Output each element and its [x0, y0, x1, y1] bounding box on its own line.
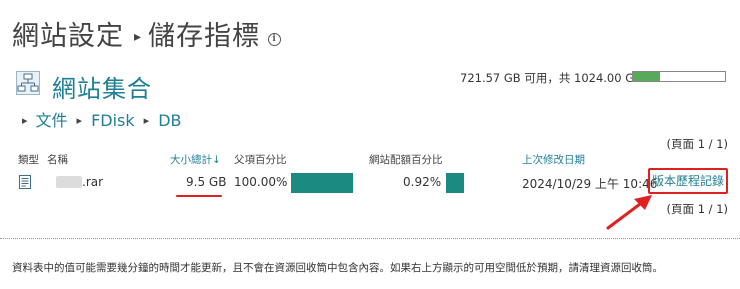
breadcrumb-arrow-icon: ▸ — [76, 114, 83, 127]
parent-percent: 100.00% — [234, 175, 288, 189]
storage-usage-bar-fill — [633, 72, 661, 81]
document-icon — [19, 174, 31, 189]
pagination-top: (頁面 1 / 1) — [666, 137, 728, 151]
annotation-arrow-icon — [606, 195, 652, 230]
page-title: 網站設定 ▸ 儲存指標 i — [12, 14, 282, 53]
breadcrumb-arrow-icon: ▸ — [22, 114, 28, 127]
info-icon[interactable]: i — [268, 33, 282, 46]
page-title-part2: 儲存指標 — [148, 21, 261, 52]
column-header-last-modified[interactable]: 上次修改日期 — [522, 152, 585, 167]
breadcrumb-arrow-icon: ▸ — [143, 114, 150, 127]
version-history-link[interactable]: 版本歷程記錄 — [648, 168, 728, 194]
storage-usage-bar — [632, 71, 726, 82]
site-collection-icon — [16, 71, 40, 95]
divider — [0, 238, 740, 239]
site-collection-title[interactable]: 網站集合 — [52, 69, 152, 104]
parent-percent-bar — [291, 173, 353, 193]
breadcrumb-item-db[interactable]: DB — [158, 111, 181, 130]
breadcrumb-item-documents[interactable]: 文件 — [36, 111, 68, 130]
storage-summary: 721.57 GB 可用，共 1024.00 GB — [460, 71, 643, 85]
footer-note: 資料表中的值可能需要幾分鐘的時間才能更新，且不會在資源回收筒中包含內容。如果右上… — [12, 262, 663, 274]
site-quota-percent-bar — [446, 173, 464, 193]
column-header-name: 名稱 — [47, 154, 68, 166]
breadcrumb: ▸ 文件 ▸ FDisk ▸ DB — [22, 107, 181, 131]
file-name[interactable]: .rar — [82, 175, 103, 189]
column-header-parent-percent: 父項百分比 — [234, 154, 287, 166]
last-modified-date: 2024/10/29 上午 10:46 — [522, 177, 658, 191]
column-header-size[interactable]: 大小總計↓ — [170, 152, 221, 167]
column-header-site-quota-percent: 網站配額百分比 — [369, 154, 443, 166]
page-title-part1: 網站設定 — [12, 21, 124, 52]
pagination-bottom: (頁面 1 / 1) — [666, 202, 728, 216]
breadcrumb-item-fdisk[interactable]: FDisk — [91, 111, 135, 130]
site-quota-percent: 0.92% — [403, 175, 442, 189]
annotation-underline — [176, 195, 222, 197]
redacted-filename — [56, 176, 82, 188]
column-header-type: 類型 — [18, 154, 39, 166]
title-separator-icon: ▸ — [134, 29, 143, 45]
file-size: 9.5 GB — [186, 175, 227, 189]
